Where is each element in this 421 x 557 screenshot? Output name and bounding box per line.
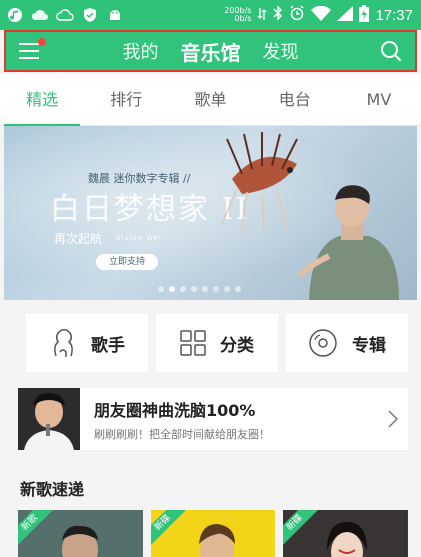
banner-support-button[interactable]: 立即支持 [96, 254, 158, 270]
data-transfer-icon [257, 6, 267, 25]
tab-playlists[interactable]: 歌单 [168, 74, 252, 126]
category-grid-icon [180, 330, 206, 356]
quick-link-categories[interactable]: 分类 [156, 314, 278, 372]
cloud-outline-icon [56, 6, 74, 24]
alarm-icon [289, 5, 305, 25]
pagination-dot[interactable] [213, 286, 219, 292]
wifi-icon [311, 5, 332, 25]
hamburger-menu-icon [19, 43, 39, 59]
banner-english-name: Vision Wei [116, 234, 162, 242]
quick-link-singers[interactable]: 歌手 [26, 314, 148, 372]
nav-music-hall[interactable]: 音乐馆 [181, 37, 241, 66]
playlist-promo[interactable]: 朋友圈神曲洗脑100% 刷刷刷刷！把全部时间献给朋友圈！ [18, 388, 408, 450]
nav-my-music[interactable]: 我的 [123, 38, 159, 64]
quick-link-label: 歌手 [91, 335, 125, 356]
promo-subtitle: 刷刷刷刷！把全部时间献给朋友圈！ [94, 427, 270, 441]
quick-link-label: 专辑 [352, 335, 386, 356]
signal-icon [337, 5, 354, 25]
tab-charts[interactable]: 排行 [84, 74, 168, 126]
pagination-dot[interactable] [202, 286, 208, 292]
pagination-dot[interactable] [180, 286, 186, 292]
net-speed-down: 0b/s [234, 14, 252, 23]
banner-subtitle: 再次起航 [54, 232, 103, 246]
new-song-card[interactable]: 新碟 [150, 510, 276, 557]
menu-button[interactable] [6, 32, 54, 70]
pagination-dot-active[interactable] [169, 286, 175, 292]
shield-icon [81, 6, 99, 24]
album-disc-icon [309, 329, 337, 357]
new-songs-list: 新歌 新碟 新碟 [18, 510, 409, 557]
search-icon [381, 41, 402, 62]
main-nav: 我的 音乐馆 发现 [54, 37, 367, 66]
tab-radio[interactable]: 电台 [253, 74, 337, 126]
pagination-dot[interactable] [158, 286, 164, 292]
promo-title: 朋友圈神曲洗脑100% [94, 400, 256, 420]
pagination-dot[interactable] [224, 286, 230, 292]
quick-link-albums[interactable]: 专辑 [286, 314, 408, 372]
content-tabs: 精选 排行 歌单 电台 MV [0, 74, 421, 126]
bluetooth-icon [273, 5, 283, 25]
music-app-screen: 200b/s 0b/s 17:37 我的 音乐馆 发现 精选 排行 歌单 电台 … [0, 0, 421, 557]
cloud-icon [31, 6, 49, 24]
battery-charging-icon [359, 4, 370, 26]
qq-music-notification-icon [6, 6, 24, 24]
new-song-card[interactable]: 新碟 [283, 510, 409, 557]
new-song-card[interactable]: 新歌 [18, 510, 143, 557]
pagination-dot[interactable] [191, 286, 197, 292]
nav-discover[interactable]: 发现 [263, 38, 299, 64]
android-icon [106, 6, 124, 24]
featured-banner[interactable]: 魏晨 迷你数字专辑 // 白日梦想家 II 再次起航 Vision Wei 立即… [4, 126, 417, 300]
quick-links: 歌手 分类 专辑 [26, 314, 408, 372]
quick-link-label: 分类 [220, 335, 254, 356]
promo-thumbnail [18, 388, 80, 450]
pagination-dot[interactable] [235, 286, 241, 292]
singer-icon [54, 329, 73, 357]
status-bar: 200b/s 0b/s 17:37 [0, 0, 421, 30]
banner-artist-image [221, 132, 399, 300]
tab-mv[interactable]: MV [337, 74, 421, 126]
new-songs-title: 新歌速递 [20, 480, 85, 499]
clock-time: 17:37 [375, 6, 413, 24]
banner-pagination [158, 286, 241, 292]
network-speed: 200b/s 0b/s [224, 7, 251, 23]
app-header: 我的 音乐馆 发现 [4, 30, 417, 72]
search-button[interactable] [367, 32, 415, 70]
chevron-right-icon [378, 410, 408, 428]
tab-featured[interactable]: 精选 [0, 74, 84, 126]
notification-dot [38, 38, 46, 46]
